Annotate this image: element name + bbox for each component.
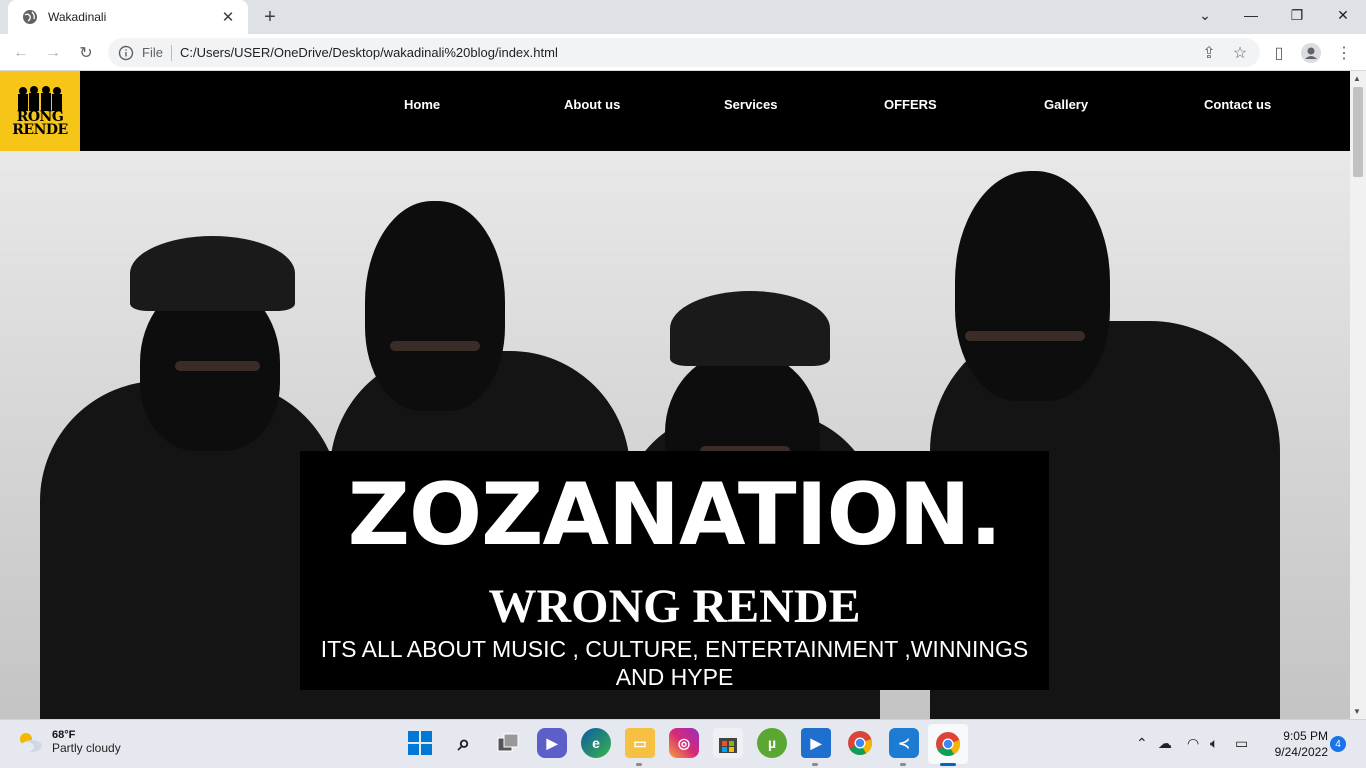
window-close-button[interactable]: ✕	[1320, 0, 1366, 30]
utorrent-icon[interactable]: µ	[757, 728, 787, 758]
chevron-up-icon[interactable]: ⌃	[1136, 735, 1148, 752]
running-indicator	[900, 763, 906, 766]
menu-kebab-icon[interactable]: ⋮	[1331, 40, 1357, 66]
chrome-active-icon[interactable]	[928, 724, 968, 764]
running-indicator	[636, 763, 642, 766]
system-clock[interactable]: 9:05 PM 9/24/2022	[1258, 728, 1328, 760]
scroll-up-arrow-icon[interactable]: ▲	[1353, 74, 1361, 83]
forward-arrow-icon[interactable]: →	[40, 40, 66, 66]
scroll-down-arrow-icon[interactable]: ▼	[1353, 707, 1361, 716]
page-scrollbar[interactable]: ▲ ▼	[1350, 71, 1366, 719]
reload-icon[interactable]: ↻	[73, 40, 99, 66]
onedrive-cloud-icon[interactable]: ☁	[1158, 735, 1172, 752]
nav-offers[interactable]: OFFERS	[884, 97, 937, 112]
chrome-icon[interactable]	[845, 728, 875, 758]
battery-icon[interactable]: ▭	[1235, 735, 1248, 752]
tab-title: Wakadinali	[48, 10, 107, 24]
taskbar: 68°F Partly cloudy ⌕ ▶ e ▭ ◎ µ ▶ ≺ ⌃ ☁ ◠…	[0, 719, 1366, 768]
video-editor-icon[interactable]: ▶	[801, 728, 831, 758]
info-icon[interactable]	[118, 45, 134, 61]
clock-date: 9/24/2022	[1274, 745, 1328, 759]
profile-avatar-icon[interactable]	[1298, 40, 1324, 66]
clock-time: 9:05 PM	[1283, 729, 1328, 743]
page-viewport: RONG RENDE Home About us Services OFFERS…	[0, 71, 1350, 719]
task-view-icon[interactable]	[493, 728, 523, 758]
back-arrow-icon[interactable]: ←	[8, 40, 34, 66]
bookmark-star-icon[interactable]: ☆	[1227, 40, 1253, 66]
site-navbar: RONG RENDE Home About us Services OFFERS…	[0, 71, 1350, 151]
share-icon[interactable]: ⇪	[1196, 40, 1222, 66]
nav-home[interactable]: Home	[404, 97, 440, 112]
minimize-button[interactable]: —	[1228, 0, 1274, 30]
scrollbar-thumb[interactable]	[1353, 87, 1363, 177]
new-tab-button[interactable]: +	[258, 5, 282, 29]
logo-text-line-2: RENDE	[12, 122, 68, 138]
restore-button[interactable]: ❐	[1274, 0, 1320, 30]
hero-section: ZOZANATION. WRONG RENDE ITS ALL ABOUT MU…	[0, 151, 1350, 719]
partly-cloudy-icon	[20, 733, 42, 752]
chat-icon[interactable]: ▶	[537, 728, 567, 758]
globe-icon	[23, 10, 37, 24]
browser-tab[interactable]: Wakadinali ✕	[8, 0, 248, 34]
volume-icon[interactable]: 🔈︎	[1210, 735, 1218, 752]
nav-gallery[interactable]: Gallery	[1044, 97, 1088, 112]
instagram-icon[interactable]: ◎	[669, 728, 699, 758]
nav-services[interactable]: Services	[724, 97, 778, 112]
weather-temperature: 68°F	[52, 729, 76, 741]
microsoft-store-icon[interactable]	[713, 728, 743, 758]
browser-toolbar: ← → ↻ File C:/Users/USER/OneDrive/Deskto…	[0, 34, 1366, 71]
wifi-icon[interactable]: ◠	[1187, 735, 1199, 752]
start-windows-icon[interactable]	[405, 728, 435, 758]
nav-about[interactable]: About us	[564, 97, 620, 112]
file-scheme-label: File	[142, 44, 172, 61]
weather-widget[interactable]: 68°F Partly cloudy	[16, 729, 121, 755]
search-icon[interactable]: ⌕	[449, 728, 479, 758]
url-text[interactable]: C:/Users/USER/OneDrive/Desktop/wakadinal…	[180, 45, 558, 60]
hero-text-box: ZOZANATION. WRONG RENDE ITS ALL ABOUT MU…	[300, 451, 1049, 690]
nav-contact[interactable]: Contact us	[1204, 97, 1271, 112]
tab-search-icon[interactable]: ⌄	[1182, 0, 1228, 30]
tab-strip: Wakadinali ✕ + ⌄ — ❐ ✕	[0, 0, 1366, 34]
active-indicator	[940, 763, 956, 766]
vscode-icon[interactable]: ≺	[889, 728, 919, 758]
hero-title: ZOZANATION.	[347, 465, 1003, 565]
file-explorer-icon[interactable]: ▭	[625, 728, 655, 758]
group-silhouette-icon	[18, 86, 62, 111]
notification-badge[interactable]: 4	[1330, 736, 1346, 752]
hero-tagline: ITS ALL ABOUT MUSIC , CULTURE, ENTERTAIN…	[320, 636, 1029, 690]
edge-icon[interactable]: e	[581, 728, 611, 758]
close-tab-icon[interactable]: ✕	[218, 7, 238, 27]
avatar	[1301, 43, 1321, 63]
weather-condition: Partly cloudy	[52, 741, 121, 755]
hero-subtitle: WRONG RENDE	[488, 580, 861, 633]
address-bar[interactable]: File C:/Users/USER/OneDrive/Desktop/waka…	[108, 38, 1260, 67]
running-indicator	[812, 763, 818, 766]
side-panel-icon[interactable]: ▯	[1266, 40, 1292, 66]
site-logo[interactable]: RONG RENDE	[0, 71, 80, 151]
